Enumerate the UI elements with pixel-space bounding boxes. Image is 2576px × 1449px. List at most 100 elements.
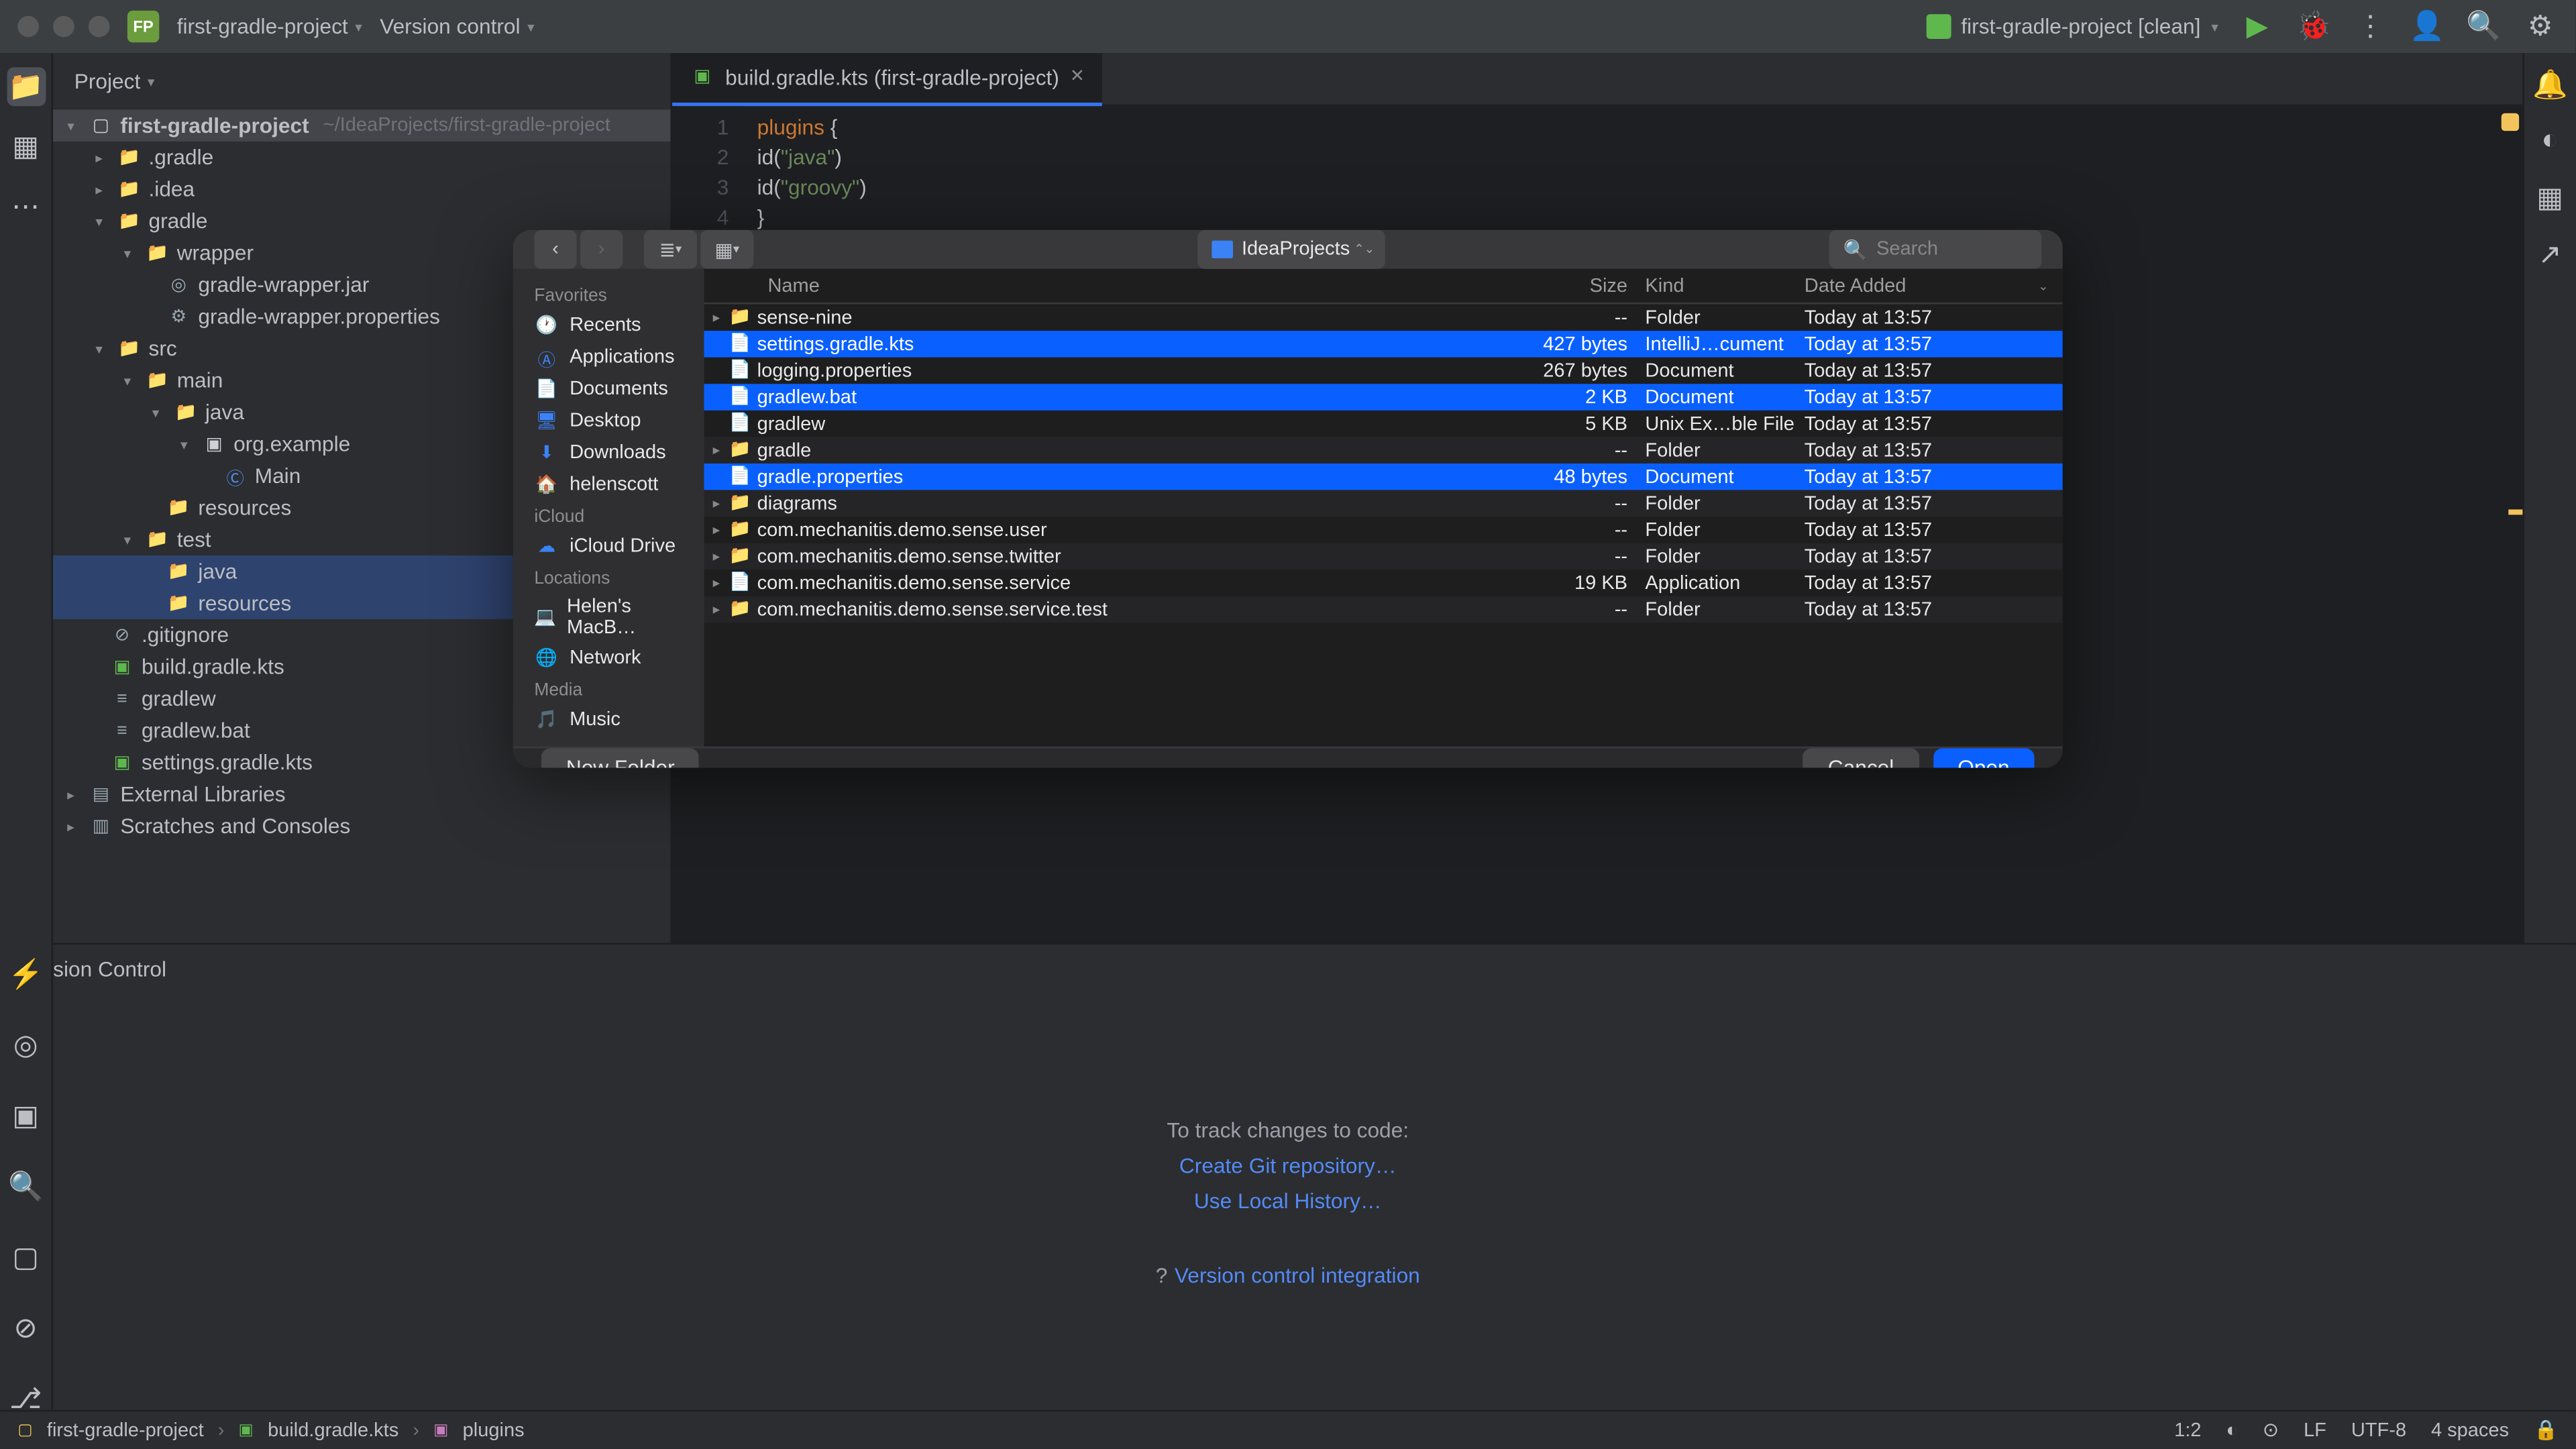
file-row[interactable]: 📄gradle.properties48 bytesDocumentToday …	[704, 464, 2063, 490]
more-tools-button[interactable]: ⋯	[6, 188, 45, 227]
module-icon: ▢	[89, 113, 113, 138]
sidebar-item-downloads[interactable]: ⬇Downloads	[513, 437, 704, 468]
terminal-tool-button[interactable]: ▣	[6, 1099, 45, 1134]
tree-scratches[interactable]: ▸▥Scratches and Consoles	[53, 810, 670, 842]
tree-folder-dot-idea[interactable]: ▸📁.idea	[53, 173, 670, 205]
path-selector[interactable]: IdeaProjects ⌃⌄	[1197, 230, 1385, 269]
cursor-position[interactable]: 1:2	[2174, 1419, 2201, 1441]
tree-root[interactable]: ▾ ▢ first-gradle-project ~/IdeaProjects/…	[53, 109, 670, 141]
build-tool-button[interactable]: ▢	[6, 1240, 45, 1276]
inline-hints-icon[interactable]: ⊙	[2263, 1419, 2279, 1442]
gradle-tool-button[interactable]: ↗	[2532, 237, 2568, 272]
file-size: 48 bytes	[1511, 466, 1645, 488]
project-panel-header[interactable]: Project ▾	[53, 53, 670, 109]
breadcrumb-block[interactable]: plugins	[463, 1419, 525, 1441]
vcs-status-icon[interactable]: ◐	[2226, 1419, 2238, 1441]
breadcrumb-project[interactable]: first-gradle-project	[47, 1419, 204, 1441]
network-icon: 🌐	[534, 646, 559, 671]
project-selector[interactable]: first-gradle-project ▾	[177, 14, 362, 39]
run-button[interactable]: ▶	[2239, 9, 2275, 44]
chevron-right-icon[interactable]: ▸	[704, 602, 729, 618]
sidebar-item-network[interactable]: 🌐Network	[513, 642, 704, 674]
back-button[interactable]: ‹	[534, 230, 576, 269]
tree-external-libraries[interactable]: ▸▤External Libraries	[53, 778, 670, 810]
structure-tool-button[interactable]: ▦	[6, 127, 45, 166]
sidebar-item-applications[interactable]: ⒶApplications	[513, 341, 704, 373]
vc-panel-header[interactable]: Version Control	[0, 945, 2575, 994]
chevron-right-icon[interactable]: ▸	[704, 309, 729, 325]
chevron-right-icon[interactable]: ▸	[704, 548, 729, 564]
chevron-right-icon[interactable]: ▸	[704, 495, 729, 511]
line-separator[interactable]: LF	[2304, 1419, 2326, 1441]
grid-view-button[interactable]: ▦ ▾	[700, 230, 753, 269]
vc-integration-link[interactable]: ?Version control integration	[1156, 1263, 1420, 1288]
column-date[interactable]: Date Added⌄	[1805, 275, 2063, 297]
search-field[interactable]: 🔍 Search	[1829, 230, 2041, 269]
tree-folder-dot-gradle[interactable]: ▸📁.gradle	[53, 142, 670, 173]
file-type-icon: 📁	[729, 600, 757, 619]
close-tab-button[interactable]: ✕	[1070, 67, 1085, 87]
chevron-right-icon[interactable]: ▸	[704, 442, 729, 458]
file-row[interactable]: ▸📄com.mechanitis.demo.sense.service19 KB…	[704, 570, 2063, 596]
notifications-tool-button[interactable]: 🔔	[2532, 67, 2568, 103]
documents-icon: 📄	[534, 377, 559, 402]
sidebar-item-macbook[interactable]: 💻Helen's MacB…	[513, 592, 704, 642]
editor-tab-build-gradle[interactable]: ▣ build.gradle.kts (first-gradle-project…	[672, 52, 1102, 105]
file-row[interactable]: ▸📁com.mechanitis.demo.sense.twitter--Fol…	[704, 543, 2063, 570]
debug-button[interactable]: 🐞	[2296, 9, 2332, 44]
file-row[interactable]: 📄logging.properties267 bytesDocumentToda…	[704, 358, 2063, 384]
problems-tool-button[interactable]: ⊘	[6, 1311, 45, 1346]
minimize-window-button[interactable]	[53, 16, 74, 38]
search-everywhere-button[interactable]: 🔍	[2466, 9, 2502, 44]
chevron-right-icon[interactable]: ▸	[704, 575, 729, 591]
find-tool-button[interactable]: 🔍	[6, 1169, 45, 1205]
file-row[interactable]: ▸📁diagrams--FolderToday at 13:57	[704, 490, 2063, 517]
close-window-button[interactable]	[17, 16, 39, 38]
warning-marker[interactable]	[2508, 509, 2522, 515]
project-tool-button[interactable]: 📁	[6, 67, 45, 106]
settings-button[interactable]: ⚙	[2522, 9, 2558, 44]
file-row[interactable]: ▸📁sense-nine--FolderToday at 13:57	[704, 305, 2063, 331]
database-tool-button[interactable]: ▦	[2532, 180, 2568, 216]
forward-button[interactable]: ›	[580, 230, 623, 269]
test-source-folder-icon: 📁	[166, 559, 191, 584]
version-control-menu[interactable]: Version control ▾	[380, 14, 534, 39]
sidebar-item-documents[interactable]: 📄Documents	[513, 373, 704, 405]
column-name[interactable]: Name	[704, 275, 1511, 297]
cancel-button[interactable]: Cancel	[1803, 748, 1919, 767]
file-row[interactable]: ▸📁gradle--FolderToday at 13:57	[704, 437, 2063, 464]
sidebar-item-recents[interactable]: 🕐Recents	[513, 309, 704, 341]
indent-settings[interactable]: 4 spaces	[2431, 1419, 2509, 1441]
code-with-me-button[interactable]: 👤	[2410, 9, 2445, 44]
file-row[interactable]: ▸📁com.mechanitis.demo.sense.user--Folder…	[704, 517, 2063, 543]
file-row[interactable]: ▸📁com.mechanitis.demo.sense.service.test…	[704, 596, 2063, 623]
warning-indicator-icon[interactable]	[2502, 113, 2519, 131]
local-history-link[interactable]: Use Local History…	[1194, 1189, 1382, 1214]
file-row[interactable]: 📄settings.gradle.kts427 bytesIntelliJ…cu…	[704, 331, 2063, 358]
chevron-right-icon[interactable]: ▸	[704, 522, 729, 538]
file-kind: Document	[1645, 466, 1804, 488]
breadcrumb-file[interactable]: build.gradle.kts	[268, 1419, 398, 1441]
run-config-selector[interactable]: first-gradle-project [clean] ▾	[1926, 14, 2218, 39]
ai-assistant-tool-button[interactable]: ◐	[2532, 124, 2568, 160]
target-tool-button[interactable]: ◎	[6, 1028, 45, 1063]
sidebar-item-home[interactable]: 🏠helenscott	[513, 469, 704, 500]
open-button[interactable]: Open	[1933, 748, 2034, 767]
sidebar-item-desktop[interactable]: 🖥Desktop	[513, 405, 704, 437]
column-kind[interactable]: Kind	[1645, 275, 1804, 297]
sidebar-item-music[interactable]: 🎵Music	[513, 704, 704, 736]
create-git-repo-link[interactable]: Create Git repository…	[1179, 1153, 1397, 1178]
file-encoding[interactable]: UTF-8	[2351, 1419, 2406, 1441]
column-size[interactable]: Size	[1511, 275, 1645, 297]
vcs-tool-button[interactable]: ⎇	[6, 1381, 45, 1417]
folder-icon: 📁	[145, 527, 170, 552]
list-view-button[interactable]: ≣ ▾	[644, 230, 697, 269]
bolt-tool-button[interactable]: ⚡	[6, 957, 45, 993]
readonly-toggle-icon[interactable]: 🔒	[2534, 1419, 2558, 1442]
sidebar-item-icloud-drive[interactable]: ☁iCloud Drive	[513, 531, 704, 562]
new-folder-button[interactable]: New Folder	[541, 748, 700, 767]
more-actions-button[interactable]: ⋮	[2353, 9, 2388, 44]
maximize-window-button[interactable]	[89, 16, 110, 38]
file-row[interactable]: 📄gradlew.bat2 KBDocumentToday at 13:57	[704, 384, 2063, 411]
file-row[interactable]: 📄gradlew5 KBUnix Ex…ble FileToday at 13:…	[704, 411, 2063, 437]
